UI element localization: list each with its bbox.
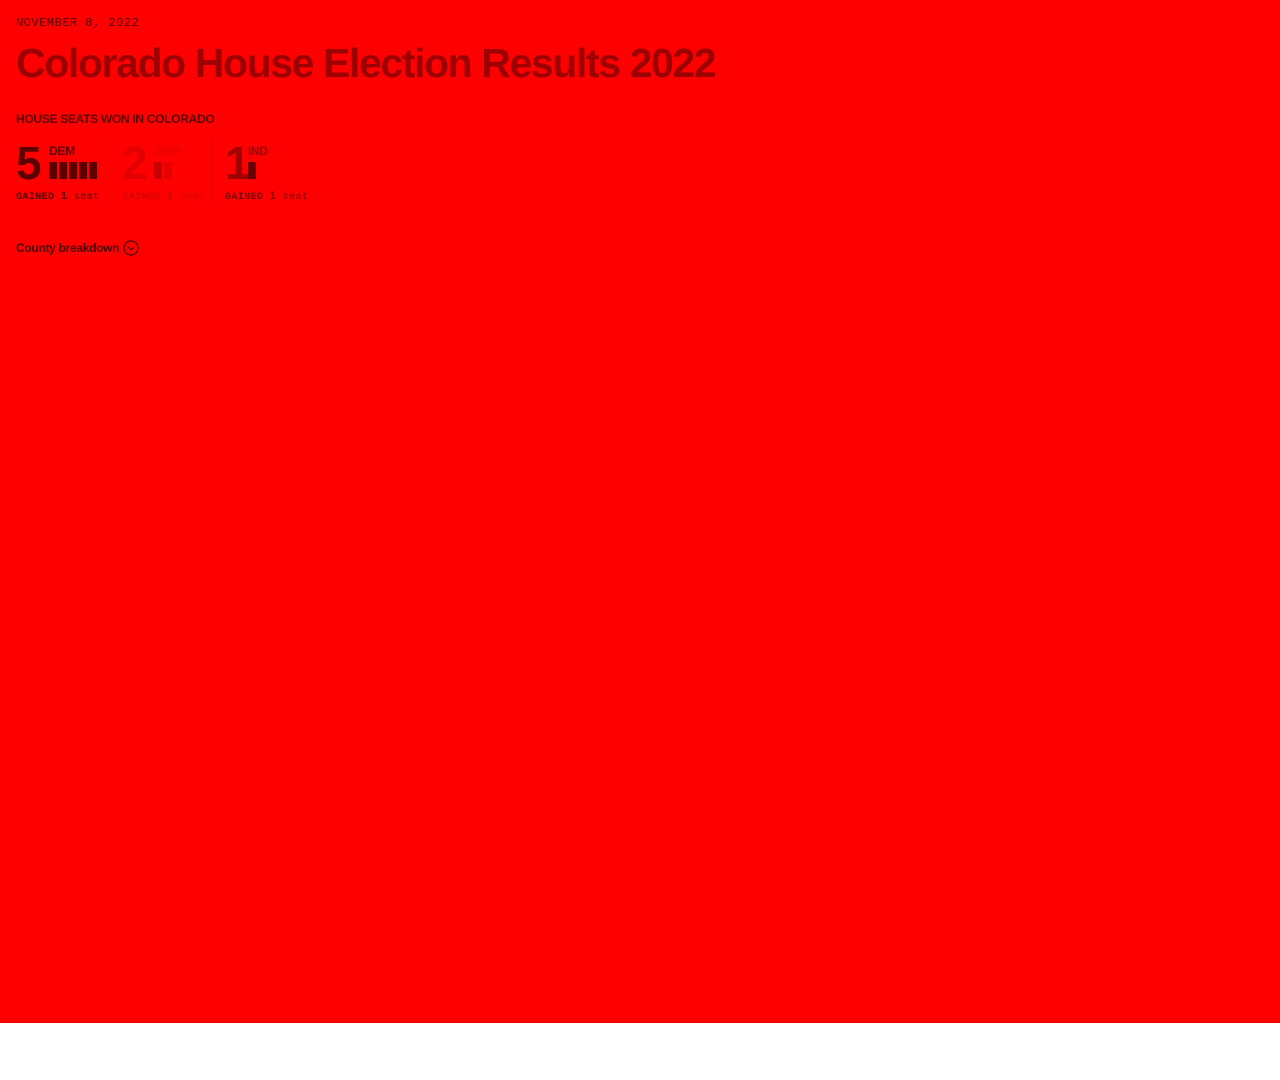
gained-count: 1 [60, 190, 68, 202]
party-divider [212, 138, 213, 204]
seat-bar [59, 162, 67, 179]
seat-bar [69, 162, 77, 179]
seat-bar [79, 162, 87, 179]
page-title: Colorado House Election Results 2022 [16, 40, 717, 86]
seat-bar [49, 162, 57, 179]
seat-bar [89, 162, 97, 179]
gained-unit: seat [282, 192, 309, 203]
gained-ind: GAINED 1 seat [225, 190, 308, 204]
gained-label: GAINED [225, 192, 264, 203]
seat-group-gop: 2 GOP GAINED 1 seat [122, 138, 207, 204]
gained-gop: GAINED 1 seat [122, 190, 205, 204]
seats-heading: HOUSE SEATS WON IN COLORADO [16, 112, 215, 126]
seat-bars-ind [248, 162, 256, 179]
gained-count: 1 [166, 190, 174, 202]
party-label-gop: GOP [154, 144, 180, 158]
gained-count: 1 [269, 190, 277, 202]
seat-group-dem: 5 DEM GAINED 1 seat [16, 138, 106, 204]
seat-group-ind: 1 IND GAINED 1 seat [225, 138, 310, 204]
seat-bar [164, 162, 172, 179]
gained-dem: GAINED 1 seat [16, 190, 99, 204]
county-breakdown-label: County breakdown [16, 241, 120, 255]
county-breakdown-toggle[interactable]: County breakdown [16, 240, 139, 256]
gained-label: GAINED [122, 192, 161, 203]
seat-count-gop: 2 [122, 137, 148, 189]
seat-count-dem: 5 [16, 137, 42, 189]
seat-bars-dem [49, 162, 97, 179]
seat-count-ind: 1 [225, 137, 251, 189]
seat-bar [248, 162, 256, 179]
results-panel: ‹ NOVEMBER 8, 2022 Colorado House Electi… [0, 0, 1280, 1023]
election-date: NOVEMBER 8, 2022 [16, 16, 140, 30]
gained-unit: seat [73, 192, 100, 203]
gained-label: GAINED [16, 192, 55, 203]
party-label-dem: DEM [49, 144, 75, 158]
seat-bars-gop [154, 162, 172, 179]
gained-unit: seat [179, 192, 206, 203]
seat-bar [154, 162, 162, 179]
party-label-ind: IND [248, 144, 268, 158]
chevron-down-circle-icon [123, 240, 139, 256]
party-divider [109, 138, 110, 204]
